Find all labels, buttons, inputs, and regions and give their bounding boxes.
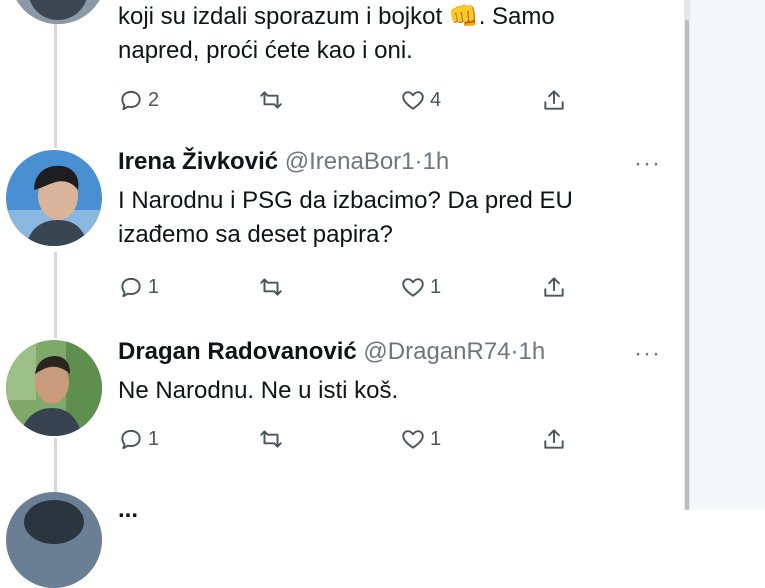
avatar[interactable]	[6, 340, 102, 436]
like-icon	[402, 91, 424, 110]
tweet-item[interactable]: koji su izdali sporazum i bojkot 👊. Samo…	[0, 0, 680, 130]
retweet-button[interactable]	[258, 424, 284, 454]
reply-icon	[121, 429, 141, 450]
retweet-icon	[260, 278, 282, 296]
retweet-button[interactable]	[258, 272, 284, 302]
separator-dot: ·	[414, 148, 423, 175]
tweet-actions: 1 1	[118, 272, 568, 302]
reply-count: 1	[148, 275, 160, 298]
retweet-icon	[260, 430, 282, 448]
tweet-text: Ne Narodnu. Ne u isti koš.	[118, 377, 399, 404]
separator-dot: ·	[510, 338, 519, 365]
share-icon	[544, 429, 564, 449]
tweet-text: I Narodnu i PSG da izbacimo? Da pred EU …	[118, 187, 573, 248]
avatar[interactable]	[6, 492, 102, 588]
more-options-button[interactable]: ···	[634, 340, 661, 368]
share-button[interactable]	[541, 424, 567, 454]
scrollbar-thumb[interactable]	[685, 20, 689, 510]
like-count: 1	[430, 427, 442, 450]
retweet-button[interactable]	[258, 85, 284, 115]
timestamp[interactable]: 1h	[423, 148, 450, 175]
author-name[interactable]: Dragan Radovanović	[118, 338, 357, 365]
reply-button[interactable]: 1	[118, 272, 159, 302]
author-handle[interactable]: @IrenaBor1	[285, 148, 415, 175]
share-button[interactable]	[541, 85, 567, 115]
right-background	[690, 0, 765, 510]
share-icon	[544, 277, 564, 297]
reply-button[interactable]: 2	[118, 85, 159, 115]
avatar[interactable]	[6, 150, 102, 246]
author-name[interactable]: Irena Živković	[118, 148, 278, 175]
like-button[interactable]: 4	[400, 85, 441, 115]
reply-button[interactable]: 1	[118, 424, 159, 454]
author-handle[interactable]: @DraganR74	[363, 338, 510, 365]
share-icon	[544, 90, 564, 110]
like-count: 4	[430, 88, 442, 111]
more-options-button[interactable]: ···	[634, 150, 661, 178]
timestamp[interactable]: 1h	[519, 338, 546, 365]
tweet-actions: 1 1	[118, 424, 568, 454]
tweet-item[interactable]: Dragan Radovanović @DraganR74·1h ··· Ne …	[0, 338, 680, 478]
tweet-actions: 2 4	[118, 85, 568, 115]
avatar[interactable]	[10, 0, 106, 24]
tweet-header: Irena Živković @IrenaBor1·1h	[118, 148, 449, 176]
like-count: 1	[430, 275, 442, 298]
share-button[interactable]	[541, 272, 567, 302]
tweet-item[interactable]: Irena Živković @IrenaBor1·1h ··· I Narod…	[0, 148, 680, 323]
retweet-icon	[260, 91, 282, 109]
reply-count: 1	[148, 427, 160, 450]
tweet-text: koji su izdali sporazum i bojkot 👊. Samo…	[118, 3, 555, 64]
partial-author-name[interactable]: ...	[118, 496, 138, 524]
like-button[interactable]: 1	[400, 272, 441, 302]
like-icon	[402, 430, 424, 449]
like-icon	[402, 278, 424, 297]
reply-icon	[121, 90, 141, 111]
reply-count: 2	[148, 88, 160, 111]
reply-icon	[121, 277, 141, 298]
like-button[interactable]: 1	[400, 424, 441, 454]
tweet-header: Dragan Radovanović @DraganR74·1h	[118, 338, 545, 366]
